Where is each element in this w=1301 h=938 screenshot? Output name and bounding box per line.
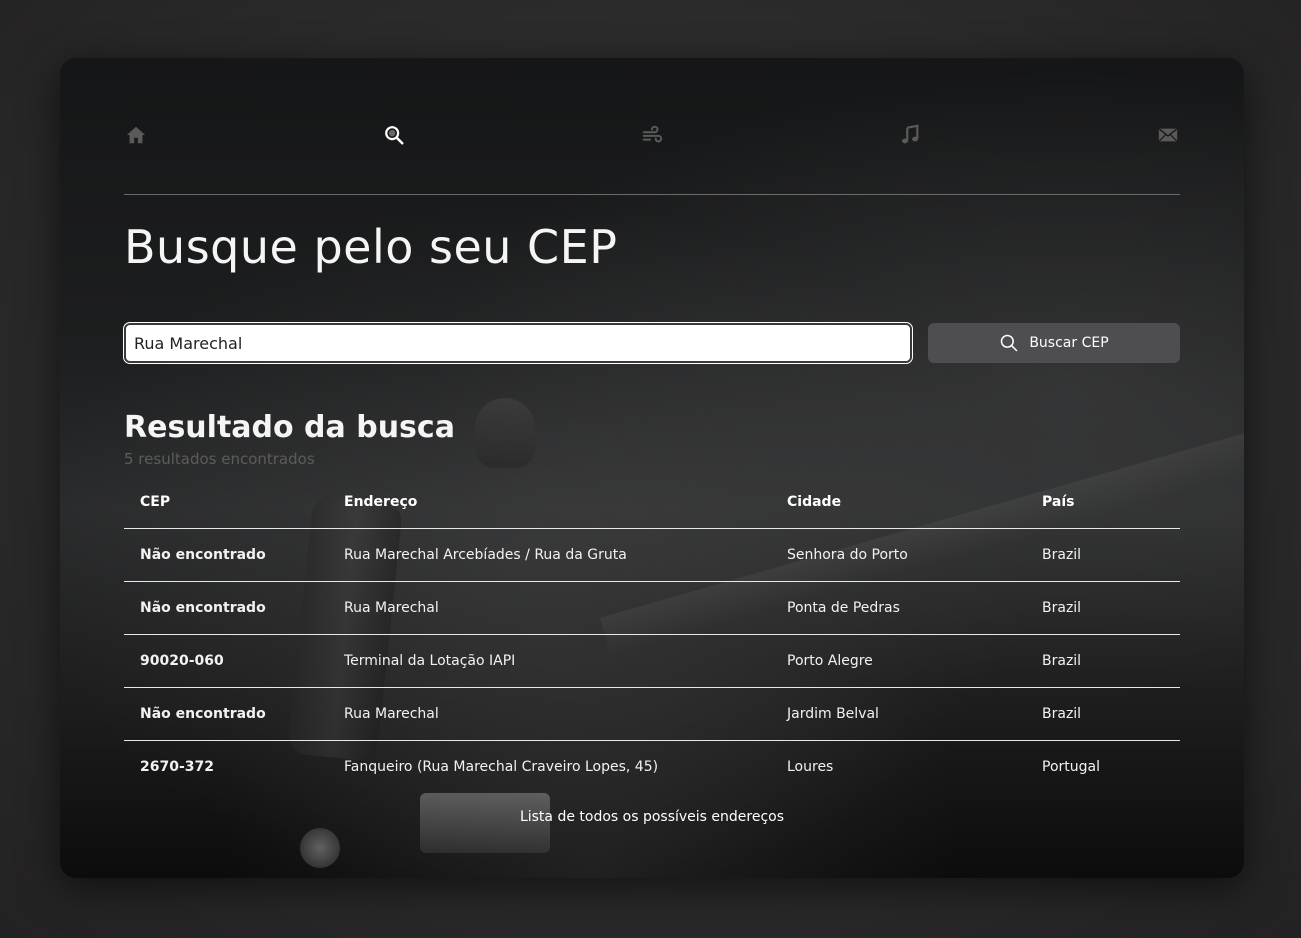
table-row: Não encontrado Rua Marechal Jardim Belva… — [124, 687, 1180, 741]
column-header-pais: País — [1026, 476, 1180, 529]
cell-pais: Portugal — [1042, 758, 1100, 775]
cell-cidade: Senhora do Porto — [771, 528, 1026, 582]
table-caption: Lista de todos os possíveis endereços — [519, 809, 785, 825]
music-icon — [902, 124, 919, 144]
cell-cep: Não encontrado — [124, 581, 328, 635]
cell-endereco: Fanqueiro (Rua Marechal Craveiro Lopes, … — [344, 758, 659, 775]
search-button-label: Buscar CEP — [1029, 335, 1109, 351]
nav-item-home[interactable] — [124, 123, 148, 147]
results-count: 5 resultados encontrados — [124, 450, 315, 468]
table-row: Não encontrado Rua Marechal Ponta de Ped… — [124, 581, 1180, 635]
column-header-endereco: Endereço — [328, 476, 771, 529]
nav-item-music[interactable] — [898, 123, 922, 147]
table-row: 90020-060 Terminal da Lotação IAPI Porto… — [124, 634, 1180, 688]
nav-divider — [124, 194, 1180, 195]
cell-endereco: Terminal da Lotação IAPI — [328, 634, 771, 688]
home-icon — [126, 126, 146, 144]
results-title: Resultado da busca — [124, 410, 455, 445]
table-header-row: CEP Endereço Cidade País — [124, 476, 1180, 529]
cell-endereco: Rua Marechal Arcebíades / Rua da Gruta — [328, 528, 771, 582]
nav-item-contact[interactable] — [1156, 123, 1180, 147]
column-header-cidade: Cidade — [771, 476, 1026, 529]
cell-cep: Não encontrado — [124, 687, 328, 741]
cell-cidade: Loures — [787, 758, 834, 775]
cell-cidade: Porto Alegre — [771, 634, 1026, 688]
nav-item-weather[interactable] — [640, 123, 664, 147]
main-card: Busque pelo seu CEP Buscar CEP Resultado… — [60, 58, 1244, 878]
cell-pais: Brazil — [1026, 687, 1180, 741]
cell-pais: Brazil — [1026, 634, 1180, 688]
page-title: Busque pelo seu CEP — [124, 220, 618, 274]
search-icon — [1001, 334, 1018, 352]
top-nav — [124, 118, 1180, 152]
table-row: 2670-372 Fanqueiro (Rua Marechal Craveir… — [124, 740, 1180, 793]
cell-endereco: Rua Marechal — [328, 581, 771, 635]
results-table: CEP Endereço Cidade País Não encontrado … — [124, 476, 1180, 793]
search-icon — [385, 126, 404, 145]
search-button[interactable]: Buscar CEP — [928, 323, 1180, 363]
cell-cidade: Jardim Belval — [771, 687, 1026, 741]
cell-pais: Brazil — [1026, 581, 1180, 635]
background-photo-detail — [300, 828, 340, 868]
search-input[interactable] — [123, 322, 913, 364]
cell-cidade: Ponta de Pedras — [771, 581, 1026, 635]
wind-icon — [642, 125, 663, 143]
background-photo-detail — [475, 398, 535, 468]
cell-cep: 2670-372 — [140, 758, 214, 775]
cell-endereco: Rua Marechal — [328, 687, 771, 741]
envelope-icon — [1158, 128, 1178, 142]
nav-item-search[interactable] — [382, 123, 406, 147]
column-header-cep: CEP — [124, 476, 328, 529]
cell-cep: 90020-060 — [124, 634, 328, 688]
cell-pais: Brazil — [1026, 528, 1180, 582]
cell-cep: Não encontrado — [124, 528, 328, 582]
table-row: Não encontrado Rua Marechal Arcebíades /… — [124, 528, 1180, 582]
